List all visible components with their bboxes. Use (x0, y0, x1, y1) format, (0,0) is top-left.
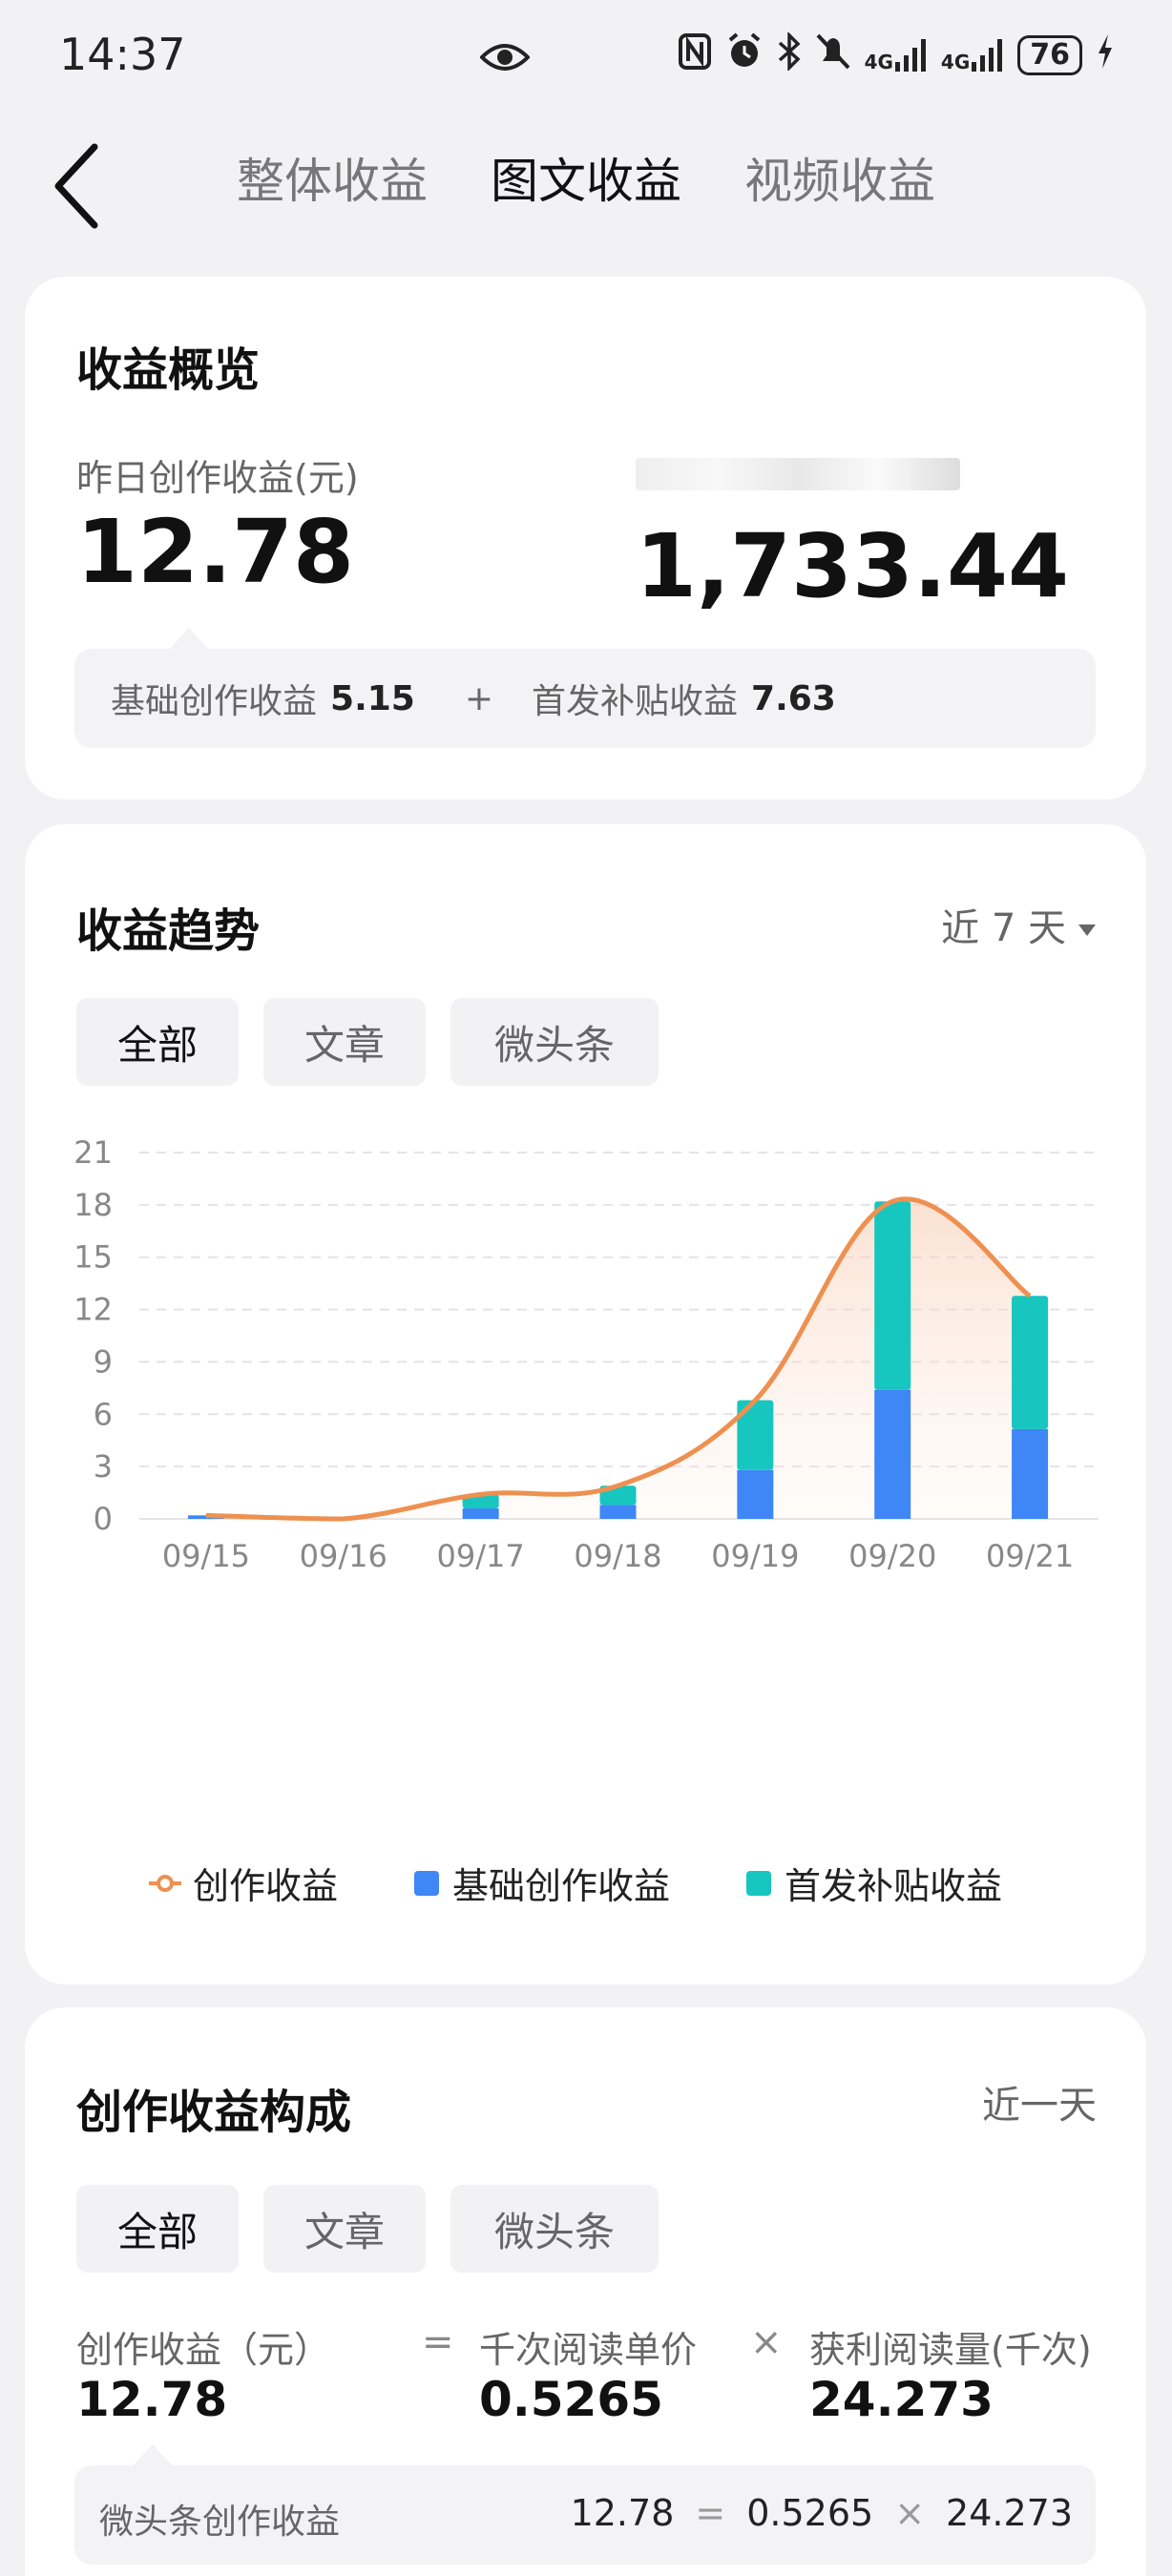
nfc-icon (678, 32, 712, 77)
mute-icon (815, 32, 851, 77)
base-income-value: 5.15 (330, 678, 415, 718)
trend-period-label: 近 7 天 (941, 906, 1066, 950)
signal-icon-2: 4G (941, 38, 1004, 72)
weitoutiao-income-row: 微头条创作收益 12.78 = 0.5265 × 24.273 (74, 2465, 1096, 2565)
subsidy-legend-swatch (746, 1870, 772, 1896)
overview-title: 收益概览 (76, 343, 261, 397)
bar-base (737, 1469, 774, 1519)
composition-card: 创作收益构成 近一天 全部 文章 微头条 创作收益（元） 12.78 = 千次阅… (25, 2007, 1146, 2576)
y-tick-label: 9 (94, 1343, 113, 1380)
income-tabs: 整体收益 图文收益 视频收益 (0, 143, 1172, 212)
y-tick-label: 15 (73, 1239, 113, 1276)
caret-down-icon (1078, 903, 1097, 946)
bluetooth-icon (777, 31, 802, 77)
bar-base (1012, 1428, 1049, 1519)
signal-icon-1: 4G (865, 38, 928, 72)
bar-subsidy (874, 1201, 911, 1390)
x-tick-label: 09/15 (162, 1538, 250, 1574)
eye-icon (479, 40, 531, 78)
trend-chart: 0 3 6 9 12 15 18 21 09/15 09/16 09/17 09/18 09/19 09/… (73, 1139, 1099, 1574)
subsidy-income-value: 7.63 (751, 678, 836, 718)
bar-subsidy (1012, 1296, 1049, 1429)
price-value: 0.5265 (479, 2372, 663, 2427)
income-breakdown: 基础创作收益 5.15 + 首发补贴收益 7.63 (74, 649, 1096, 748)
plus-sign: + (464, 678, 494, 718)
status-time: 14:37 (59, 29, 186, 80)
base-income-label: 基础创作收益 (111, 682, 318, 721)
pointer-arrow-2 (132, 2444, 174, 2467)
subsidy-income-label: 首发补贴收益 (532, 682, 739, 721)
income-value: 12.78 (76, 2372, 228, 2427)
x-tick-label: 09/21 (986, 1538, 1074, 1574)
reads-label: 获利阅读量(千次) (809, 2329, 1092, 2371)
bar-base (874, 1389, 911, 1519)
trend-filter-weitoutiao[interactable]: 微头条 (450, 998, 659, 1086)
x-tick-label: 09/17 (437, 1538, 525, 1574)
times-sign: × (750, 2320, 783, 2364)
y-tick-label: 21 (73, 1139, 113, 1171)
composition-title: 创作收益构成 (76, 2086, 352, 2139)
price-label: 千次阅读单价 (479, 2329, 698, 2371)
alarm-icon (725, 32, 764, 77)
trend-period-select[interactable]: 近 7 天 (941, 897, 1097, 952)
trend-title: 收益趋势 (76, 904, 261, 958)
legend-line-label: 创作收益 (193, 1865, 339, 1907)
x-tick-label: 09/16 (300, 1538, 387, 1574)
equals-sign: = (422, 2320, 454, 2364)
yesterday-income-label: 昨日创作收益(元) (76, 457, 359, 499)
weitoutiao-formula: 12.78 = 0.5265 × 24.273 (571, 2492, 1073, 2534)
trend-filter-all[interactable]: 全部 (76, 998, 239, 1086)
status-icons: 4G 4G 76 (678, 31, 1115, 77)
composition-filter-all[interactable]: 全部 (76, 2185, 239, 2273)
legend-item-subsidy: 首发补贴收益 (746, 1857, 1002, 1909)
yesterday-income-value: 12.78 (76, 501, 355, 603)
sub-price: 0.5265 (746, 2492, 874, 2534)
bar-base (599, 1505, 637, 1519)
y-tick-label: 0 (94, 1501, 113, 1537)
composition-filter-article[interactable]: 文章 (263, 2185, 426, 2273)
legend-item-base: 基础创作收益 (414, 1857, 670, 1909)
total-income-value: 1,733.44 (636, 515, 1069, 617)
sub-times: × (894, 2492, 926, 2534)
chart-legend: 创作收益 基础创作收益 首发补贴收益 (149, 1857, 1002, 1909)
income-label: 创作收益（元） (76, 2329, 331, 2371)
weitoutiao-income-label: 微头条创作收益 (99, 2503, 341, 2542)
pointer-arrow (168, 628, 210, 651)
battery-icon: 76 (1017, 34, 1082, 75)
sub-income: 12.78 (570, 2492, 675, 2534)
legend-base-label: 基础创作收益 (452, 1865, 671, 1907)
y-tick-label: 12 (73, 1292, 113, 1328)
y-tick-label: 6 (94, 1396, 113, 1432)
trend-filter-article[interactable]: 文章 (263, 998, 426, 1086)
tab-article-income[interactable]: 图文收益 (491, 143, 681, 212)
legend-item-line: 创作收益 (149, 1857, 338, 1909)
overview-card: 收益概览 昨日创作收益(元) 12.78 1,733.44 基础创作收益 5.1… (25, 277, 1146, 800)
blurred-label (636, 458, 960, 490)
composition-filter-weitoutiao[interactable]: 微头条 (450, 2185, 659, 2273)
tab-overall-income[interactable]: 整体收益 (237, 143, 428, 212)
tab-video-income[interactable]: 视频收益 (744, 143, 935, 212)
y-tick-label: 18 (73, 1187, 113, 1223)
trend-card: 收益趋势 近 7 天 全部 文章 微头条 0 3 6 9 12 15 18 21 09/15 09… (25, 824, 1146, 1984)
line-legend-icon (149, 1874, 181, 1892)
sub-equals: = (695, 2492, 726, 2534)
x-tick-label: 09/18 (574, 1538, 661, 1574)
composition-period[interactable]: 近一天 (982, 2074, 1097, 2129)
charging-icon (1096, 32, 1115, 77)
reads-value: 24.273 (809, 2372, 994, 2427)
x-tick-label: 09/20 (848, 1538, 936, 1574)
legend-subsidy-label: 首发补贴收益 (785, 1865, 1003, 1907)
x-tick-label: 09/19 (711, 1538, 799, 1574)
bar-base (462, 1508, 499, 1519)
y-tick-label: 3 (94, 1448, 113, 1485)
base-legend-swatch (414, 1870, 440, 1896)
sub-reads: 24.273 (946, 2492, 1073, 2534)
